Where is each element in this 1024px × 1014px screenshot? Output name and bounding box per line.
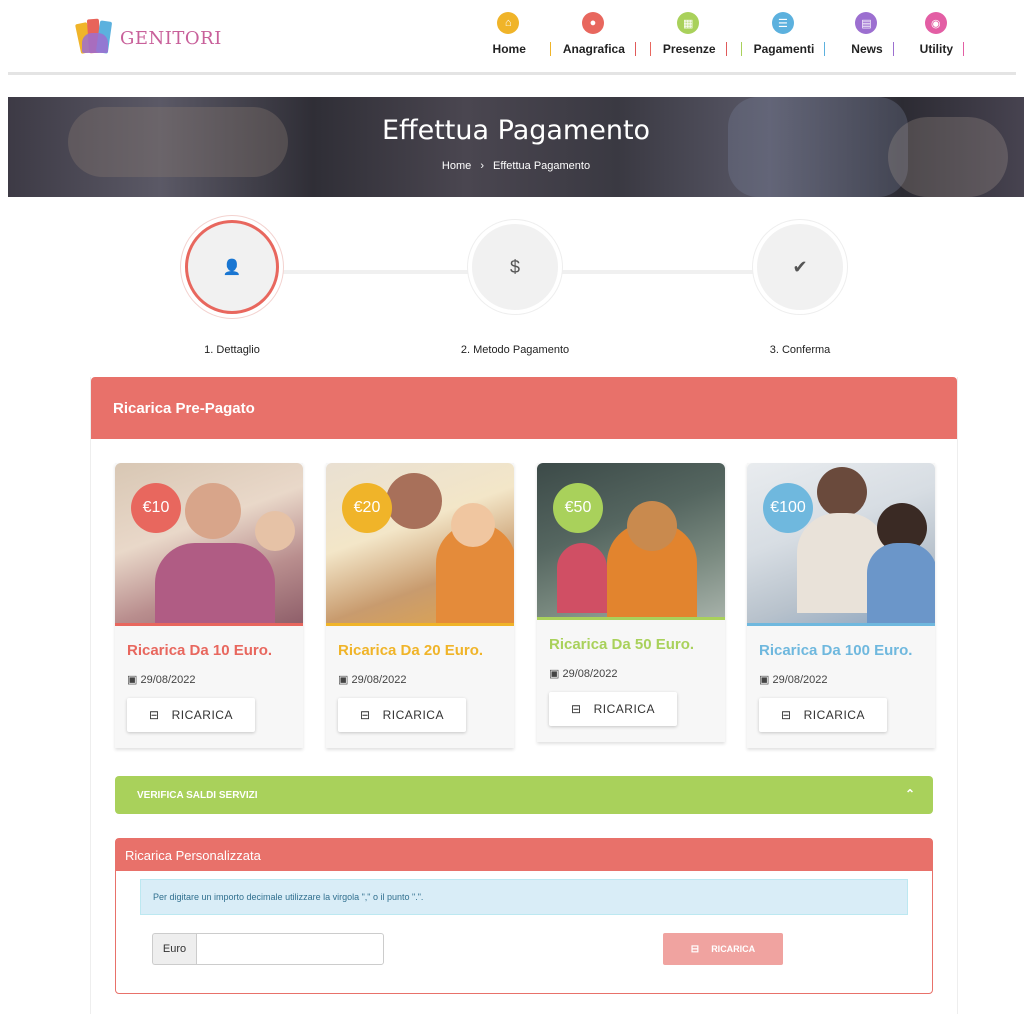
price-badge: €20: [342, 483, 392, 533]
logo[interactable]: GENITORI: [75, 18, 222, 58]
nav-label: Anagrafica: [549, 42, 636, 56]
date-text: 29/08/2022: [772, 674, 828, 686]
step-metodo-pagamento[interactable]: $ 2. Metodo Pagamento: [455, 220, 575, 356]
recharge-button[interactable]: ⊟ RICARICA: [338, 698, 466, 732]
custom-recharge-box: Ricarica Personalizzata Per digitare un …: [115, 838, 933, 994]
header: GENITORI ⌂ Home ● Anagrafica ▦ Presenze …: [0, 0, 1024, 78]
payment-steps: 👤 1. Dettaglio $ 2. Metodo Pagamento ✔ 3…: [0, 220, 1024, 360]
price-badge: €50: [553, 483, 603, 533]
price-badge: €100: [763, 483, 813, 533]
calendar-icon: ▦: [677, 12, 700, 34]
card-title: Ricarica Da 50 Euro.: [549, 636, 695, 653]
calendar-icon: ▣: [338, 674, 352, 686]
card-title: Ricarica Da 100 Euro.: [759, 642, 913, 659]
nav-label: Home: [492, 42, 526, 56]
panel-title: Ricarica Pre-Pagato: [91, 377, 957, 439]
logo-text: GENITORI: [120, 27, 222, 49]
nav-item-presenze[interactable]: ▦ Presenze: [649, 12, 727, 56]
breadcrumb-home[interactable]: Home: [442, 160, 471, 172]
date-text: 29/08/2022: [351, 674, 407, 686]
basket-icon: ⊟: [360, 708, 371, 722]
recharge-card-100: €100 Ricarica Da 100 Euro. ▣ 29/08/2022 …: [747, 463, 935, 748]
card-title: Ricarica Da 10 Euro.: [127, 642, 273, 659]
nav-item-home[interactable]: ⌂ Home: [481, 12, 536, 56]
step-label: 2. Metodo Pagamento: [460, 344, 570, 356]
card-image: €10: [115, 463, 303, 626]
card-image: €20: [326, 463, 514, 626]
decimal-info-alert: Per digitare un importo decimale utilizz…: [140, 879, 908, 915]
step-dettaglio[interactable]: 👤 1. Dettaglio: [172, 220, 292, 356]
dollar-icon: $: [468, 220, 562, 314]
nav-label: News: [839, 42, 894, 56]
nav-label: Utility: [908, 42, 964, 56]
euro-input-group: Euro: [152, 933, 384, 965]
button-label: RICARICA: [171, 708, 233, 722]
recharge-card-20: €20 Ricarica Da 20 Euro. ▣ 29/08/2022 ⊟ R…: [326, 463, 514, 748]
hero-banner: Effettua Pagamento Home › Effettua Pagam…: [8, 97, 1024, 197]
calendar-icon: ▣: [759, 674, 773, 686]
page-title: Effettua Pagamento: [381, 115, 651, 146]
basket-icon: ⊟: [149, 708, 160, 722]
nav-item-pagamenti[interactable]: ☰ Pagamenti: [740, 12, 826, 56]
recharge-card-50: €50 Ricarica Da 50 Euro. ▣ 29/08/2022 ⊟ R…: [537, 463, 725, 742]
price-badge: €10: [131, 483, 181, 533]
verify-balances-accordion[interactable]: VERIFICA SALDI SERVIZI ⌃: [115, 776, 933, 814]
nav-item-anagrafica[interactable]: ● Anagrafica: [549, 12, 636, 56]
newspaper-icon: ▤: [855, 12, 878, 34]
card-title: Ricarica Da 20 Euro.: [338, 642, 484, 659]
button-label: RICARICA: [803, 708, 865, 722]
button-label: RICARICA: [711, 944, 756, 954]
card-date: ▣ 29/08/2022: [537, 661, 725, 686]
amount-input[interactable]: [196, 933, 384, 965]
eye-icon: ◉: [924, 12, 947, 34]
button-label: RICARICA: [382, 708, 444, 722]
header-divider: [8, 72, 1016, 75]
step-conferma[interactable]: ✔ 3. Conferma: [740, 220, 860, 356]
custom-recharge-button[interactable]: ⊟ RICARICA: [663, 933, 783, 965]
breadcrumb: Home › Effettua Pagamento: [8, 160, 1024, 172]
check-icon: ✔: [753, 220, 847, 314]
card-date: ▣ 29/08/2022: [747, 667, 935, 692]
card-date: ▣ 29/08/2022: [115, 667, 303, 692]
recharge-button[interactable]: ⊟ RICARICA: [549, 692, 677, 726]
basket-icon: ⊟: [690, 943, 700, 955]
prepaid-panel: Ricarica Pre-Pagato €10 Ricarica Da 10 E…: [90, 377, 958, 1014]
card-image: €100: [747, 463, 935, 626]
nav-label: Presenze: [649, 42, 727, 56]
breadcrumb-separator: ›: [480, 160, 484, 172]
breadcrumb-current: Effettua Pagamento: [493, 160, 591, 172]
step-label: 1. Dettaglio: [204, 344, 260, 356]
step-label: 3. Conferma: [769, 344, 831, 356]
user-icon: 👤: [185, 220, 279, 314]
list-icon: ☰: [771, 12, 794, 34]
calendar-icon: ▣: [127, 674, 141, 686]
euro-label: Euro: [152, 933, 196, 965]
chevron-up-icon: ⌃: [904, 787, 915, 801]
nav-item-utility[interactable]: ◉ Utility: [908, 12, 964, 56]
home-icon: ⌂: [497, 12, 520, 34]
logo-hands-icon: [75, 18, 116, 57]
date-text: 29/08/2022: [562, 668, 618, 680]
custom-recharge-title: Ricarica Personalizzata: [116, 839, 932, 871]
card-date: ▣ 29/08/2022: [326, 667, 514, 692]
nav-label: Pagamenti: [740, 42, 826, 56]
recharge-button[interactable]: ⊟ RICARICA: [127, 698, 255, 732]
recharge-card-10: €10 Ricarica Da 10 Euro. ▣ 29/08/2022 ⊟ R…: [115, 463, 303, 748]
nav-item-news[interactable]: ▤ News: [839, 12, 894, 56]
recharge-button[interactable]: ⊟ RICARICA: [759, 698, 887, 732]
accordion-label: VERIFICA SALDI SERVIZI: [137, 789, 258, 801]
date-text: 29/08/2022: [140, 674, 196, 686]
basket-icon: ⊟: [571, 702, 582, 716]
main-nav: ⌂ Home ● Anagrafica ▦ Presenze ☰ Pagamen…: [467, 12, 964, 56]
recharge-cards: €10 Ricarica Da 10 Euro. ▣ 29/08/2022 ⊟ R…: [115, 463, 935, 753]
button-label: RICARICA: [593, 702, 655, 716]
basket-icon: ⊟: [781, 708, 792, 722]
calendar-icon: ▣: [549, 668, 563, 680]
card-image: €50: [537, 463, 725, 620]
user-icon: ●: [581, 12, 604, 34]
